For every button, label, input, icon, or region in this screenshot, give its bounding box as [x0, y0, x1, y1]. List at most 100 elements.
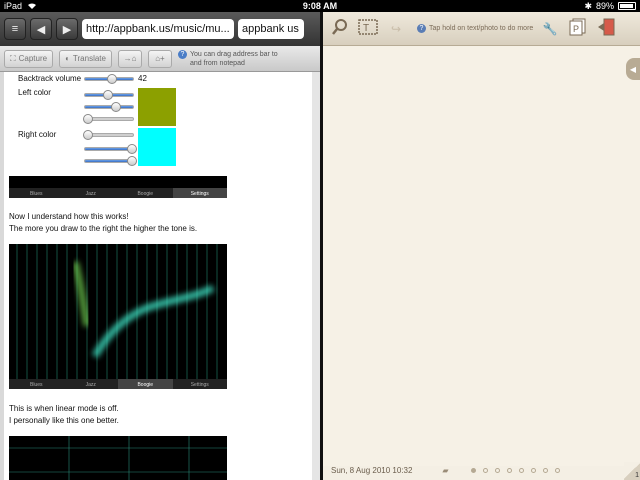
text-box-icon: T	[358, 19, 378, 38]
slider-knob[interactable]	[107, 74, 117, 84]
page-indicator[interactable]	[470, 467, 560, 473]
address-bar[interactable]: http://appbank.us/music/mu...	[82, 19, 234, 39]
slider-knob[interactable]	[127, 144, 137, 154]
hint-line-2: and from notepad	[189, 59, 245, 67]
right-color-red-slider[interactable]	[83, 130, 134, 140]
page-dot[interactable]	[506, 467, 512, 473]
chevron-left-icon: ◀	[629, 64, 637, 74]
browser-pane: ≡ ◀ ▶ http://appbank.us/music/mu... appb…	[0, 12, 320, 480]
exit-door-icon	[597, 18, 615, 39]
notepad-toolbar: T ↪ ? Tap hold on text/photo to do more …	[323, 12, 640, 46]
hint-line-1: You can drag address bar to	[189, 50, 278, 58]
slider-knob[interactable]	[127, 156, 137, 166]
app-screenshot-linear-off	[9, 436, 227, 480]
app-tab-settings: Settings	[172, 188, 227, 198]
browser-toolbar: ⛶ Capture ◐ Translate →⌂ ⌂+ ? You can dr…	[0, 46, 320, 72]
menu-button[interactable]: ≡	[4, 18, 26, 40]
collapse-handle[interactable]: ◀	[626, 58, 640, 80]
left-color-label: Left color	[18, 88, 51, 97]
capture-icon: ⛶	[10, 53, 16, 63]
drag-hint: ? You can drag address bar to and from n…	[177, 49, 278, 68]
page-scroll-strip	[312, 72, 320, 480]
clock: 9:08 AM	[302, 1, 338, 11]
drawing-canvas	[16, 244, 218, 379]
capture-button[interactable]: ⛶ Capture	[4, 49, 54, 68]
back-button[interactable]: ◀	[30, 18, 52, 40]
arrow-home-icon: →⌂	[123, 54, 137, 63]
help-icon: ?	[177, 49, 187, 59]
search-field[interactable]: appbank us	[238, 19, 304, 39]
slider-knob[interactable]	[103, 90, 113, 100]
tools-button[interactable]: 🔧	[539, 18, 561, 40]
pen-icon[interactable]: ▰	[442, 466, 448, 475]
right-color-label: Right color	[18, 130, 57, 139]
app-screenshot-drawing: Blues Jazz Boogie Settings	[9, 244, 227, 389]
redo-arrow-icon: ↪	[390, 21, 402, 36]
browser-nav-bar: ≡ ◀ ▶ http://appbank.us/music/mu... appb…	[0, 12, 320, 46]
magnifier-button[interactable]	[329, 18, 351, 40]
magnifier-icon	[331, 18, 349, 39]
page-dot[interactable]	[494, 467, 500, 473]
app-screenshot-settings: Blues Jazz Boogie Settings	[9, 176, 227, 198]
app-tab-blues: Blues	[29, 191, 43, 197]
translate-icon: ◐	[65, 54, 70, 63]
right-color-green-slider[interactable]	[84, 144, 137, 154]
paragraph-2-line-1: This is when linear mode is off.	[9, 404, 119, 413]
page-dot[interactable]	[518, 467, 524, 473]
add-home-button[interactable]: ⌂+	[147, 49, 172, 68]
app-tab-settings: Settings	[190, 382, 209, 388]
backtrack-volume-slider[interactable]	[84, 74, 134, 84]
left-color-blue-slider[interactable]	[83, 114, 134, 124]
redo-button[interactable]: ↪	[385, 18, 407, 40]
page-dot[interactable]	[554, 467, 560, 473]
pages-button[interactable]: P	[567, 18, 589, 40]
status-bar: iPad 9:08 AM ✱ 89%	[0, 0, 640, 12]
app-tab-boogie: Boogie	[118, 379, 173, 389]
page-dot[interactable]	[482, 467, 488, 473]
notepad-footer: Sun, 8 Aug 2010 10:32 ▰	[323, 460, 640, 480]
slider-knob[interactable]	[83, 130, 93, 140]
svg-text:P: P	[573, 24, 579, 34]
notepad-canvas[interactable]	[323, 46, 640, 466]
translate-label: Translate	[72, 54, 106, 63]
left-color-green-slider[interactable]	[84, 102, 134, 112]
slider-knob[interactable]	[83, 114, 93, 124]
app-tab-jazz: Jazz	[85, 191, 96, 197]
send-home-button[interactable]: →⌂	[117, 49, 142, 68]
paragraph-1-line-2: The more you draw to the right the highe…	[9, 224, 198, 233]
left-color-red-slider[interactable]	[84, 90, 134, 100]
page-dot[interactable]	[470, 467, 476, 473]
help-icon: ?	[417, 24, 426, 33]
paragraph-2-line-2: I personally like this one better.	[9, 416, 119, 425]
home-add-icon: ⌂+	[155, 54, 165, 63]
svg-text:T: T	[363, 23, 369, 34]
page-number-corner[interactable]: 1	[624, 462, 640, 480]
app-tab-boogie: Boogie	[137, 191, 154, 197]
app-tab-bar: Blues Jazz Boogie Settings	[9, 188, 227, 198]
text-box-button[interactable]: T	[357, 18, 379, 40]
backtrack-volume-value: 42	[138, 74, 147, 83]
page-dot[interactable]	[542, 467, 548, 473]
slider-knob[interactable]	[111, 102, 121, 112]
exit-button[interactable]	[595, 18, 617, 40]
web-page-content[interactable]: Backtrack volume 42 Left color Right col…	[4, 72, 312, 480]
page-dot[interactable]	[530, 467, 536, 473]
grid-canvas	[9, 436, 227, 480]
wrench-icon: 🔧	[542, 21, 558, 36]
right-color-blue-slider[interactable]	[84, 156, 137, 166]
paragraph-1-line-1: Now I understand how this works!	[9, 212, 129, 221]
translate-button[interactable]: ◐ Translate	[59, 49, 112, 68]
back-arrow-icon: ◀	[36, 23, 46, 36]
pages-icon: P	[569, 18, 587, 39]
forward-arrow-icon: ▶	[62, 23, 72, 36]
app-tab-blues: Blues	[29, 382, 43, 388]
forward-button[interactable]: ▶	[56, 18, 78, 40]
app-tab-bar: Blues Jazz Boogie Settings	[9, 379, 227, 389]
battery-icon	[618, 2, 636, 10]
notepad-hint: ? Tap hold on text/photo to do more	[417, 24, 533, 33]
right-color-swatch	[138, 128, 176, 166]
ipad-screen: iPad 9:08 AM ✱ 89% ≡ ◀ ▶ http://appbank.…	[0, 0, 640, 480]
page-number: 1	[635, 472, 639, 479]
notepad-pane: T ↪ ? Tap hold on text/photo to do more …	[323, 12, 640, 480]
backtrack-volume-label: Backtrack volume	[18, 74, 82, 83]
